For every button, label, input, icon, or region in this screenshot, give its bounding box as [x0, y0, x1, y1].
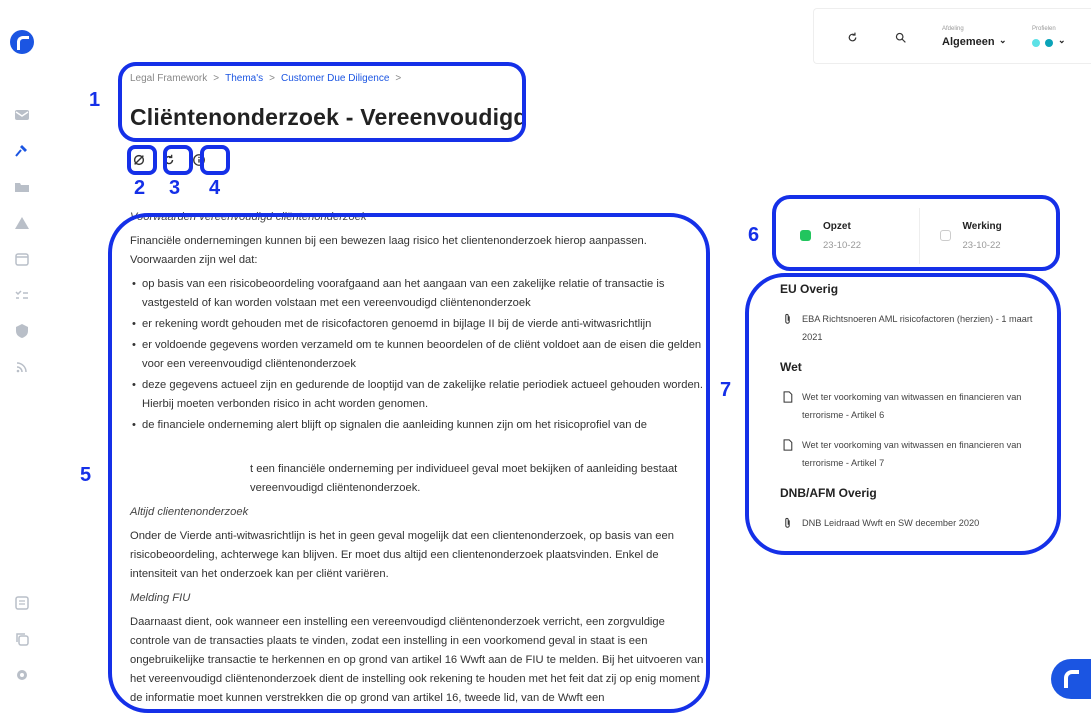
doc-link[interactable]: Wet ter voorkoming van witwassen en fina… [780, 388, 1055, 424]
mail-icon[interactable] [13, 106, 31, 124]
chat-button[interactable] [1051, 659, 1091, 699]
doc-link-text: DNB Leidraad Wwft en SW december 2020 [802, 518, 980, 528]
status-label: Werking [962, 221, 1002, 232]
file-icon [783, 439, 793, 451]
status-indicator [939, 230, 951, 241]
breadcrumb-item-themas[interactable]: Thema's [225, 73, 263, 84]
sidebar [0, 0, 48, 713]
main-content: Voorwaarden vereenvoudigd cliëntenonderz… [130, 208, 705, 713]
profile-dot-2[interactable] [1045, 39, 1053, 47]
section-heading: Melding FIU [130, 592, 191, 604]
doc-section-title: EU Overig [780, 282, 839, 296]
profielen-label: Profielen [1032, 26, 1056, 32]
status-panel: Opzet 23-10-22 Werking 23-10-22 [780, 208, 1058, 264]
annotation-number-3: 3 [169, 177, 181, 199]
annotation-number-6: 6 [748, 224, 760, 246]
afdeling-label: Afdeling [942, 26, 964, 32]
breadcrumb-separator: > [213, 73, 220, 84]
search-icon[interactable] [892, 29, 908, 45]
doc-link[interactable]: Wet ter voorkoming van witwassen en fina… [780, 436, 1055, 472]
annotation-number-1: 1 [89, 89, 101, 111]
doc-link-text: Wet ter voorkoming van witwassen en fina… [802, 440, 1022, 468]
paragraph: Onder de Vierde anti-witwasrichtlijn is … [130, 530, 674, 580]
file-icon [783, 391, 793, 403]
checklist-icon[interactable] [13, 286, 31, 304]
doc-link-text: EBA Richtsnoeren AML risicofactoren (her… [802, 314, 1033, 342]
profiles-chevron-down-icon[interactable]: ⌄ [1058, 35, 1066, 46]
paragraph: Daarnaast dient, ook wanneer een instell… [130, 616, 704, 704]
status-werking[interactable]: Werking 23-10-22 [920, 208, 1059, 264]
conditions-list: op basis van een risicobeoordeling voora… [130, 275, 705, 435]
intro-paragraph: Financiële ondernemingen kunnen bij een … [130, 235, 647, 266]
warning-icon[interactable] [13, 214, 31, 232]
hammer-icon[interactable] [13, 142, 31, 160]
calendar-icon[interactable] [13, 250, 31, 268]
doc-section: DNB/AFM Overig DNB Leidraad Wwft en SW d… [780, 486, 1055, 532]
partial-paragraph: t een financiële onderneming per individ… [250, 463, 678, 475]
annotation-number-7: 7 [720, 379, 732, 401]
section-heading: Voorwaarden vereenvoudigd cliëntenonderz… [130, 211, 367, 223]
status-date: 23-10-22 [823, 240, 862, 251]
profile-dot-1[interactable] [1032, 39, 1040, 47]
annotation-number-4: 4 [209, 177, 221, 199]
section-heading: Altijd clientenonderzoek [130, 506, 249, 518]
related-documents: EU Overig EBA Richtsnoeren AML risicofac… [780, 282, 1055, 546]
list-item: deze gegevens actueel zijn en gedurende … [130, 376, 705, 414]
status-label: Opzet [823, 221, 851, 232]
refresh-icon[interactable] [844, 29, 860, 45]
copy-icon[interactable] [13, 630, 31, 648]
rss-icon[interactable] [13, 358, 31, 376]
gear-icon[interactable] [13, 666, 31, 684]
breadcrumb: Legal Framework > Thema's > Customer Due… [130, 73, 401, 84]
status-opzet[interactable]: Opzet 23-10-22 [780, 208, 920, 264]
refresh-icon[interactable] [160, 151, 178, 169]
doc-section: EU Overig EBA Richtsnoeren AML risicofac… [780, 282, 1055, 346]
status-indicator [800, 230, 811, 241]
shield-icon[interactable] [13, 322, 31, 340]
folder-icon[interactable] [13, 178, 31, 196]
doc-link[interactable]: DNB Leidraad Wwft en SW december 2020 [780, 514, 1055, 532]
doc-section-title: Wet [780, 360, 802, 374]
list-item: er voldoende gegevens worden verzameld o… [130, 336, 705, 374]
app-logo[interactable] [10, 30, 34, 54]
page-title: Cliëntenonderzoek - Vereenvoudigd [130, 104, 528, 130]
paperclip-icon [785, 517, 790, 528]
status-date: 23-10-22 [962, 240, 1001, 251]
chevron-down-icon[interactable]: ⌄ [999, 35, 1007, 46]
paperclip-icon [785, 313, 790, 324]
doc-section-title: DNB/AFM Overig [780, 486, 877, 500]
breadcrumb-item-cdd[interactable]: Customer Due Diligence [281, 73, 389, 84]
breadcrumb-separator: > [395, 73, 402, 84]
doc-section: Wet Wet ter voorkoming van witwassen en … [780, 360, 1055, 472]
document-icon[interactable] [13, 594, 31, 612]
not-applicable-icon[interactable] [130, 151, 148, 169]
doc-link-text: Wet ter voorkoming van witwassen en fina… [802, 392, 1022, 420]
doc-link[interactable]: EBA Richtsnoeren AML risicofactoren (her… [780, 310, 1055, 346]
annotation-number-5: 5 [80, 464, 92, 486]
annotation-number-2: 2 [134, 177, 146, 199]
list-item: er rekening wordt gehouden met de risico… [130, 315, 705, 334]
list-item: de financiele onderneming alert blijft o… [130, 416, 705, 435]
breadcrumb-separator: > [269, 73, 275, 84]
info-icon[interactable] [190, 151, 208, 169]
partial-paragraph: vereenvoudigd cliëntenonderzoek. [250, 482, 421, 494]
action-buttons [130, 151, 208, 169]
page: Afdeling Algemeen ⌄ Profielen ⌄ Legal Fr… [0, 0, 1091, 713]
list-item: op basis van een risicobeoordeling voora… [130, 275, 705, 313]
afdeling-dropdown[interactable]: Algemeen [942, 36, 995, 48]
breadcrumb-item-legal-framework[interactable]: Legal Framework [130, 73, 207, 84]
top-bar: Afdeling Algemeen ⌄ Profielen ⌄ [813, 8, 1091, 64]
